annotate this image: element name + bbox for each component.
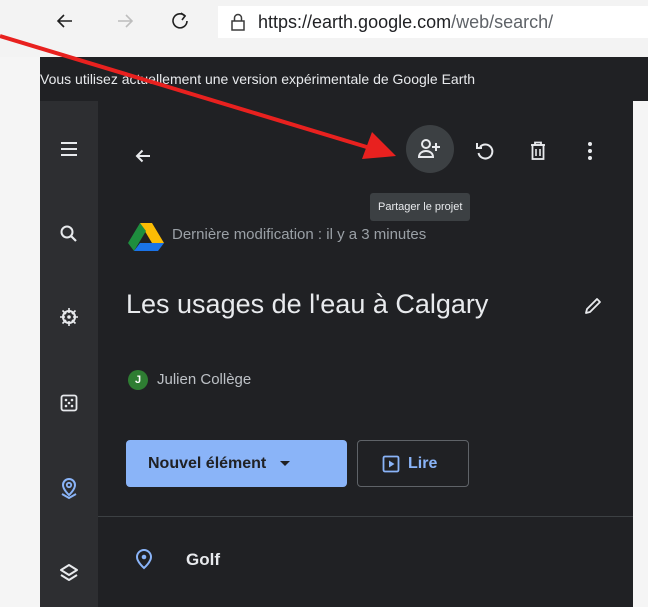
refresh-icon[interactable] bbox=[167, 8, 193, 34]
divider bbox=[98, 516, 633, 517]
edit-title-icon[interactable] bbox=[578, 291, 608, 321]
feature-label: Golf bbox=[186, 550, 220, 569]
search-icon[interactable] bbox=[40, 214, 98, 254]
new-item-label: Nouvel élément bbox=[148, 454, 267, 472]
address-bar[interactable]: https://earth.google.com/web/search/ bbox=[218, 6, 648, 38]
more-options-icon[interactable] bbox=[578, 136, 602, 166]
undo-icon[interactable] bbox=[470, 136, 500, 166]
back-arrow-icon[interactable] bbox=[128, 141, 158, 171]
person-add-icon bbox=[417, 138, 443, 160]
author-avatar: J bbox=[128, 370, 148, 390]
experimental-banner: Vous utilisez actuellement une version e… bbox=[40, 57, 648, 101]
last-modified-text: Dernière modification : il y a 3 minutes bbox=[172, 226, 427, 243]
location-pin-icon bbox=[132, 546, 156, 572]
project-panel: Partager le projet Dernière modification… bbox=[98, 101, 633, 607]
feeling-lucky-icon[interactable] bbox=[40, 383, 98, 423]
author-name: Julien Collège bbox=[157, 371, 252, 388]
projects-icon[interactable] bbox=[40, 468, 98, 508]
present-label: Lire bbox=[408, 454, 438, 472]
share-tooltip: Partager le projet bbox=[370, 193, 471, 221]
caret-down-icon bbox=[280, 461, 291, 466]
voyager-icon[interactable] bbox=[40, 297, 98, 337]
present-button[interactable]: Lire bbox=[357, 440, 469, 487]
feature-list-item[interactable]: Golf bbox=[98, 531, 633, 587]
url-text: https://earth.google.com/web/search/ bbox=[258, 11, 554, 32]
new-item-button[interactable]: Nouvel élément bbox=[126, 440, 347, 487]
map-style-icon[interactable] bbox=[40, 553, 98, 593]
browser-toolbar: https://earth.google.com/web/search/ bbox=[0, 0, 648, 57]
google-drive-icon bbox=[126, 222, 166, 251]
delete-icon[interactable] bbox=[523, 136, 553, 166]
left-rail bbox=[40, 101, 98, 607]
lock-icon bbox=[230, 12, 246, 32]
back-icon[interactable] bbox=[52, 8, 78, 34]
menu-icon[interactable] bbox=[40, 129, 98, 169]
share-project-button[interactable] bbox=[406, 125, 454, 173]
forward-icon[interactable] bbox=[112, 8, 138, 34]
banner-text: Vous utilisez actuellement une version e… bbox=[40, 71, 476, 87]
play-icon bbox=[382, 455, 400, 473]
project-title: Les usages de l'eau à Calgary bbox=[126, 289, 489, 319]
